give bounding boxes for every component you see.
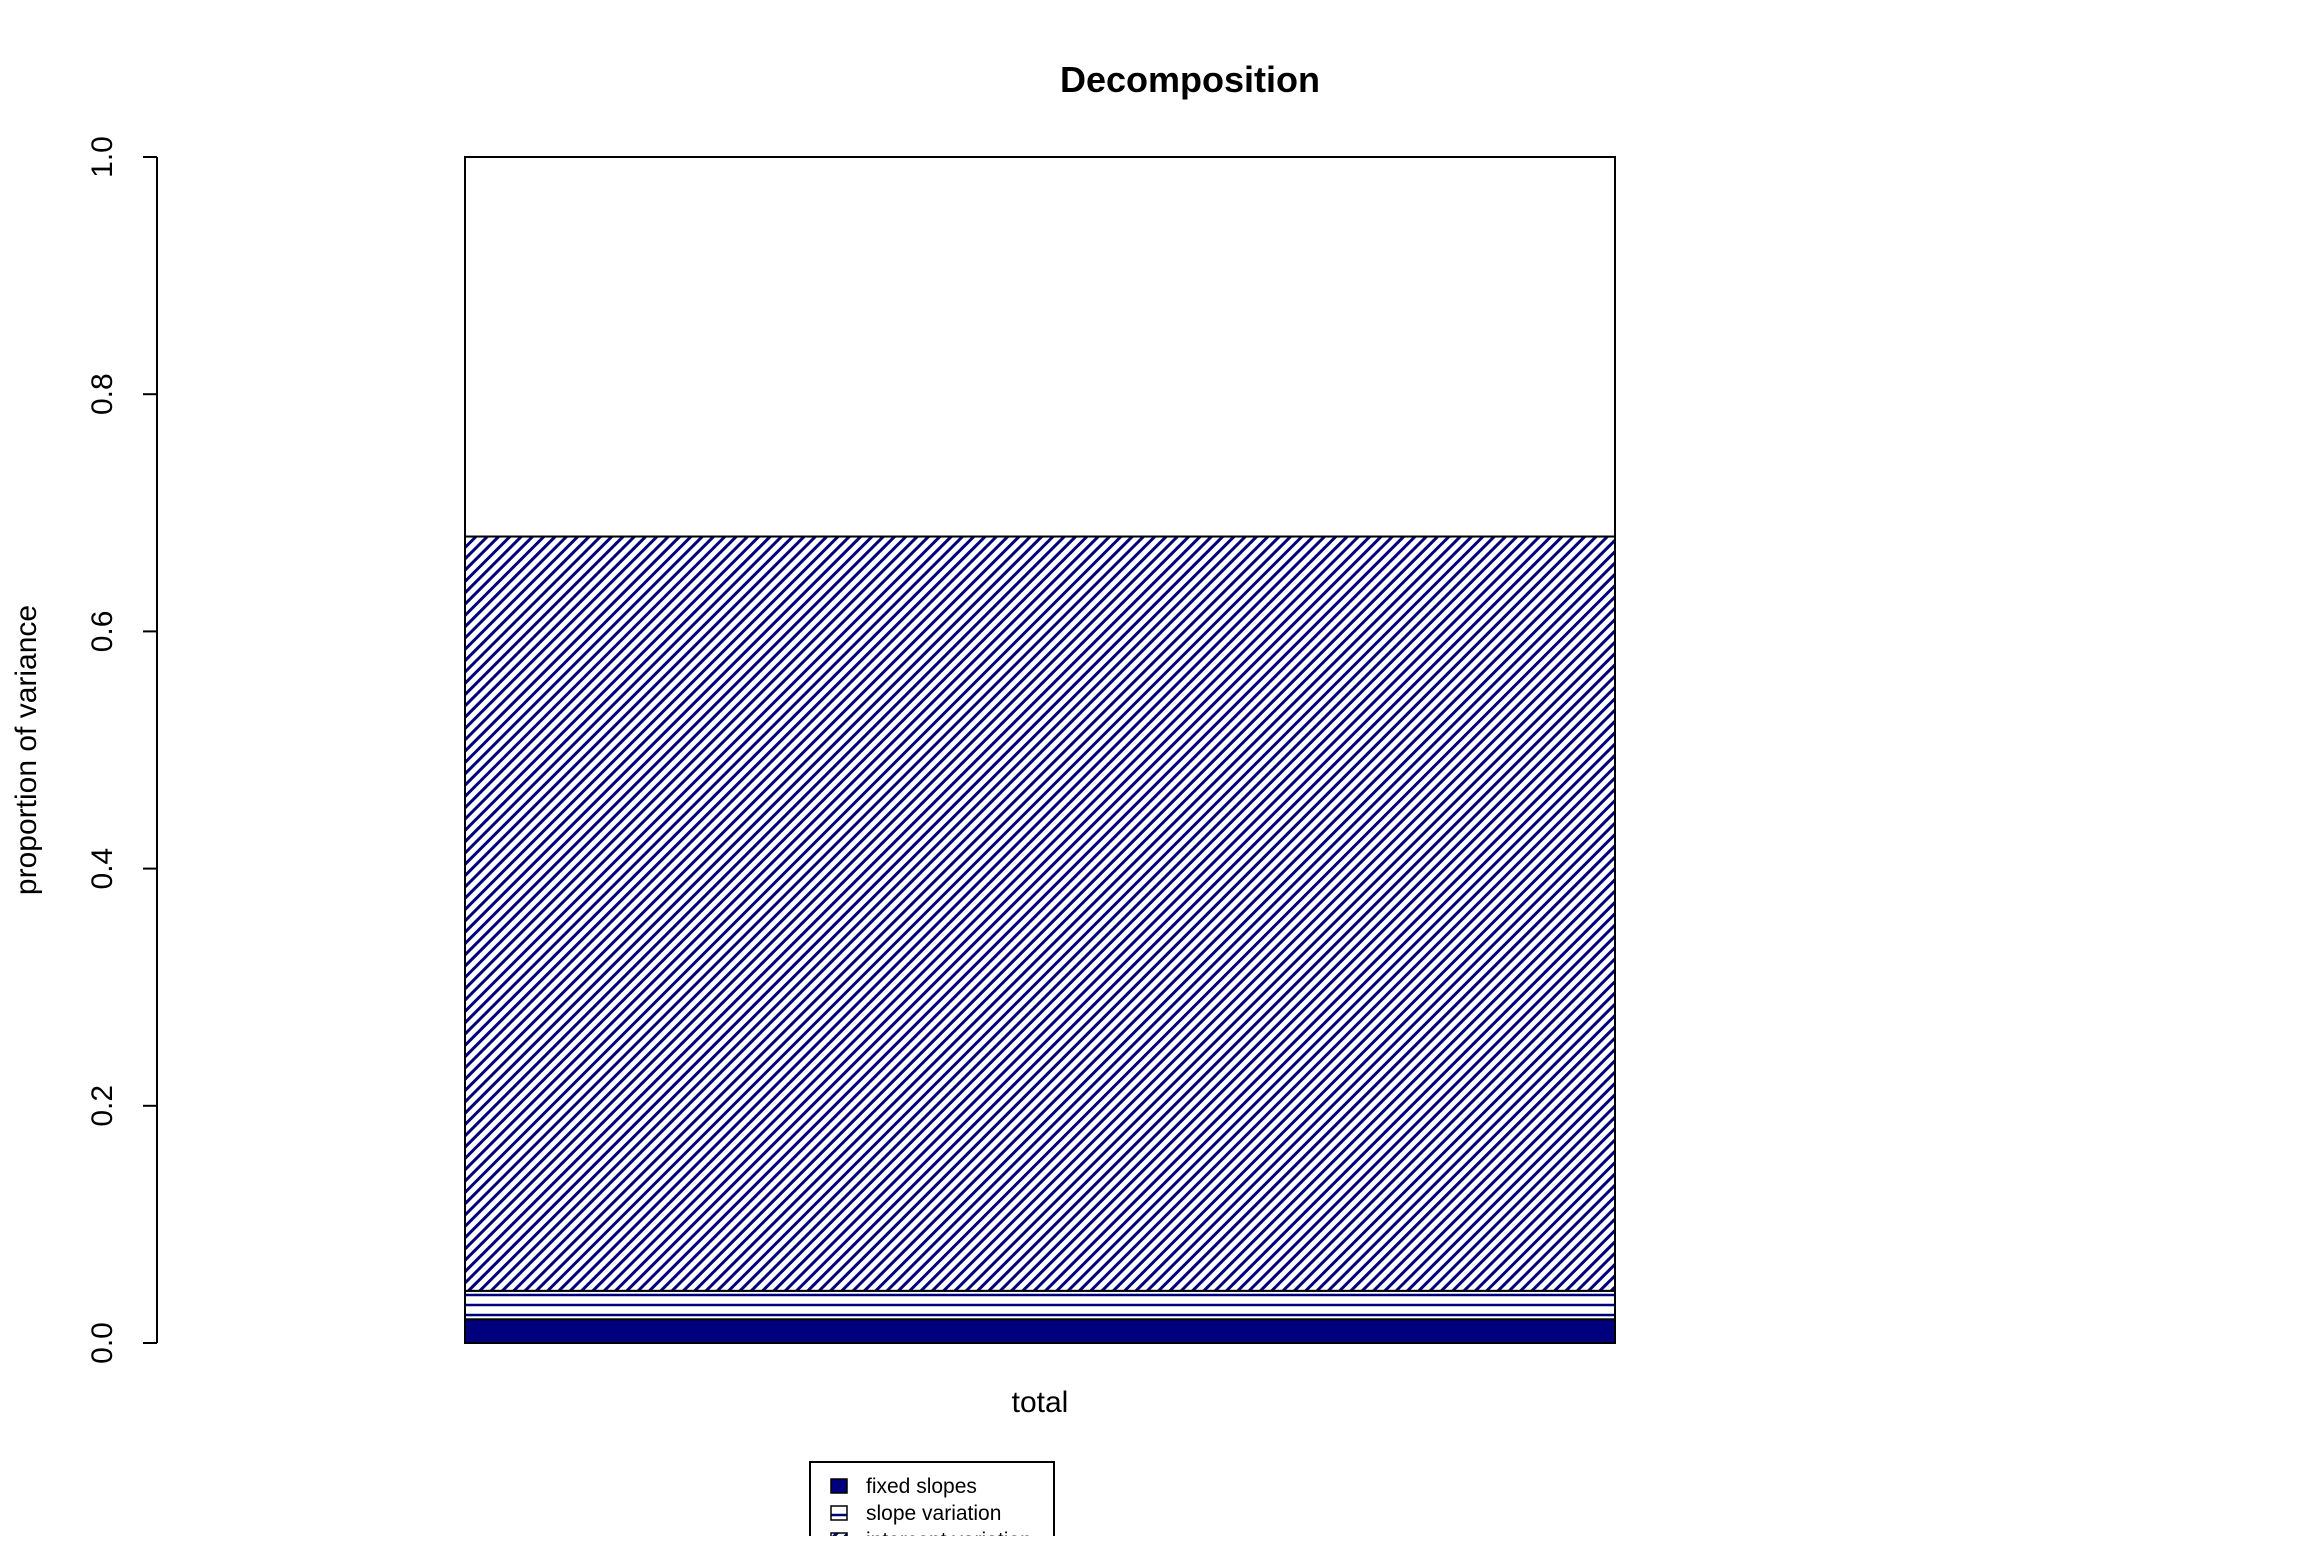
legend-swatch [830, 1505, 848, 1521]
y-tick-label: 0.6 [86, 611, 119, 653]
legend-label: fixed slopes [866, 1475, 977, 1498]
category-label: total [1012, 1386, 1069, 1419]
legend-label: intercept variation [866, 1529, 1032, 1536]
y-axis-label: proportion of variance [10, 605, 43, 895]
bar-stack [464, 156, 1616, 1345]
chart-title: Decomposition [1060, 59, 1320, 100]
decomposition-chart: Decomposition proportion of variance 0.0… [10, 59, 1616, 1541]
y-tick-label: 0.2 [86, 1085, 119, 1127]
y-axis: 0.0 0.2 0.4 0.6 0.8 1.0 [86, 136, 158, 1364]
bar-segment-4 [464, 156, 1616, 538]
bar-segment-2 [464, 1289, 1616, 1321]
bar-segment-3 [464, 535, 1616, 1292]
y-tick-label: 0.8 [86, 373, 119, 415]
y-tick-label: 0.0 [86, 1322, 119, 1364]
legend-label: slope variation [866, 1502, 1001, 1525]
y-tick-label: 0.4 [86, 848, 119, 890]
bar-segment-1 [464, 1318, 1616, 1345]
chart-root: Decomposition proportion of variance 0.0… [0, 0, 2304, 1541]
y-tick-label: 1.0 [86, 136, 119, 178]
category-labels: total [1012, 1386, 1069, 1419]
legend: fixed slopes slope variation intercept var… [809, 1461, 1055, 1541]
legend-swatch [830, 1478, 848, 1494]
